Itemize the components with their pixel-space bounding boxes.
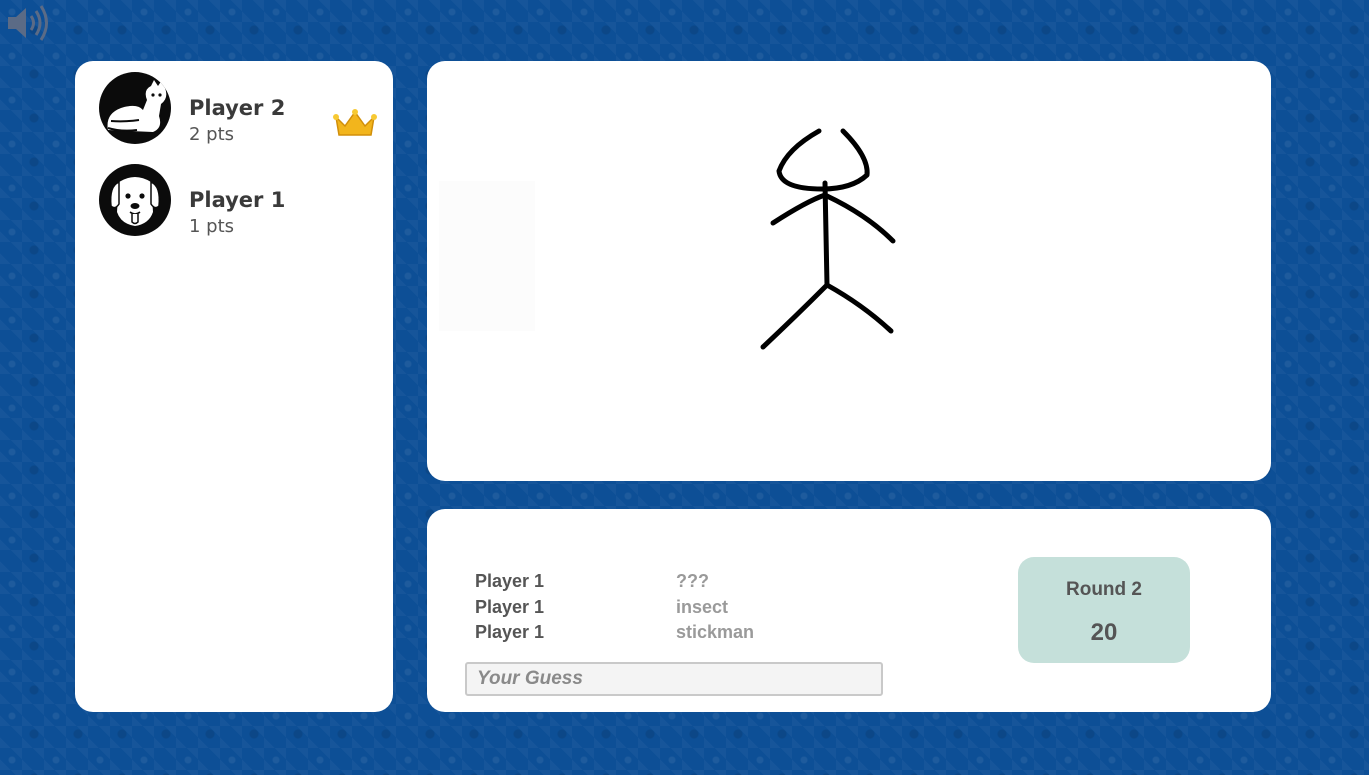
dog-icon <box>109 177 161 226</box>
chat-text: insect <box>676 596 729 617</box>
chat-log: Player 1 ??? Player 1 insect Player 1 st… <box>475 571 895 648</box>
player-card: Player 2 2 pts <box>99 72 379 146</box>
guess-input[interactable] <box>465 662 883 696</box>
chat-panel: Player 1 ??? Player 1 insect Player 1 st… <box>427 509 1271 712</box>
cat-icon <box>107 80 167 132</box>
round-timer: 20 <box>1090 619 1118 646</box>
chat-author: Player 1 <box>475 596 545 617</box>
drawing-stroke <box>824 282 894 334</box>
players-panel: Player 2 2 pts Player 1 1 pts <box>75 61 393 712</box>
chat-author: Player 1 <box>475 622 545 642</box>
sound-toggle-button[interactable] <box>4 2 52 44</box>
chat-author: Player 1 <box>475 571 545 591</box>
stick-figure-drawing <box>760 128 896 350</box>
chat-message: Player 1 ??? <box>475 571 895 597</box>
drawing-stroke <box>760 282 830 350</box>
round-info: Round 2 20 <box>1018 557 1190 663</box>
player-points: 2 pts <box>189 124 235 145</box>
avatar <box>99 164 171 236</box>
drawing-stroke <box>776 128 870 192</box>
drawing-canvas[interactable] <box>427 61 1271 481</box>
player-card: Player 1 1 pts <box>99 164 379 238</box>
player-name: Player 2 <box>189 96 286 120</box>
chat-text: stickman <box>676 622 755 642</box>
speaker-icon <box>8 5 48 41</box>
drawing-stroke <box>770 192 828 226</box>
crown-icon <box>333 109 377 136</box>
drawing-stroke <box>824 193 896 244</box>
chat-message: Player 1 stickman <box>475 622 895 648</box>
chat-message: Player 1 insect <box>475 597 895 623</box>
player-points: 1 pts <box>189 216 235 237</box>
chat-text: ??? <box>676 571 709 591</box>
player-name: Player 1 <box>189 188 286 212</box>
round-label: Round 2 <box>1066 579 1142 600</box>
avatar <box>99 72 171 144</box>
